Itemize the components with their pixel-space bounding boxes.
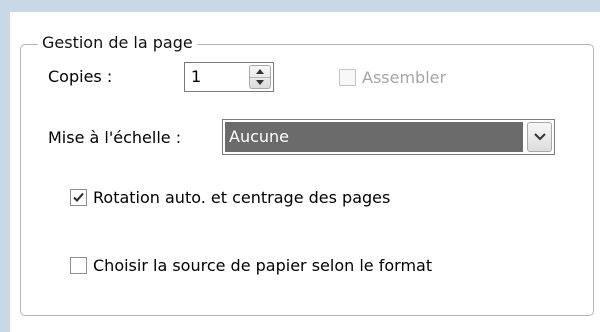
- auto-rotate-label: Rotation auto. et centrage des pages: [93, 188, 391, 207]
- auto-rotate-checkbox[interactable]: [70, 189, 87, 206]
- chevron-down-icon: [534, 133, 546, 141]
- copies-label: Copies :: [48, 67, 113, 86]
- copies-value[interactable]: 1: [191, 67, 201, 87]
- scaling-selected-value: Aucune: [225, 122, 523, 152]
- copies-stepper-buttons: [249, 65, 271, 89]
- paper-source-checkbox[interactable]: [70, 257, 87, 274]
- chevron-down-icon: [256, 80, 264, 85]
- checkmark-icon: [73, 192, 84, 202]
- copies-spinner[interactable]: 1: [184, 62, 274, 92]
- scaling-dropdown-button[interactable]: [527, 122, 552, 152]
- scaling-select[interactable]: Aucune: [222, 119, 555, 155]
- copies-decrement-button[interactable]: [250, 77, 270, 88]
- chevron-up-icon: [256, 69, 264, 74]
- paper-source-label: Choisir la source de papier selon le for…: [93, 256, 433, 275]
- scaling-label: Mise à l'échelle :: [48, 128, 182, 147]
- collate-label: Assembler: [362, 68, 447, 87]
- page-handling-legend: Gestion de la page: [38, 33, 197, 53]
- collate-checkbox[interactable]: [339, 69, 356, 86]
